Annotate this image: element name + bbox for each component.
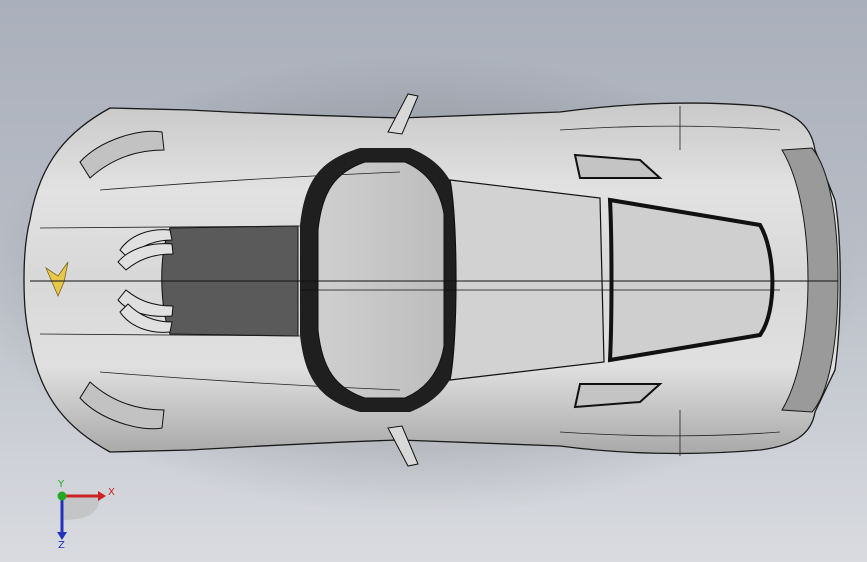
z-axis-arrow (57, 532, 67, 540)
x-axis-arrow (98, 491, 106, 501)
x-axis-label: X (108, 487, 115, 498)
roof-glass (317, 161, 445, 399)
coordinate-triad: X Y Z (57, 479, 115, 548)
model-viewport[interactable]: X Y Z (0, 0, 867, 562)
y-axis-dot (57, 491, 67, 501)
triad-shadow (62, 496, 100, 520)
car-model[interactable] (0, 0, 867, 562)
rear-deck (607, 197, 775, 363)
y-axis-label: Y (57, 479, 65, 490)
roof-panel (449, 179, 605, 381)
z-axis-label: Z (58, 540, 65, 548)
